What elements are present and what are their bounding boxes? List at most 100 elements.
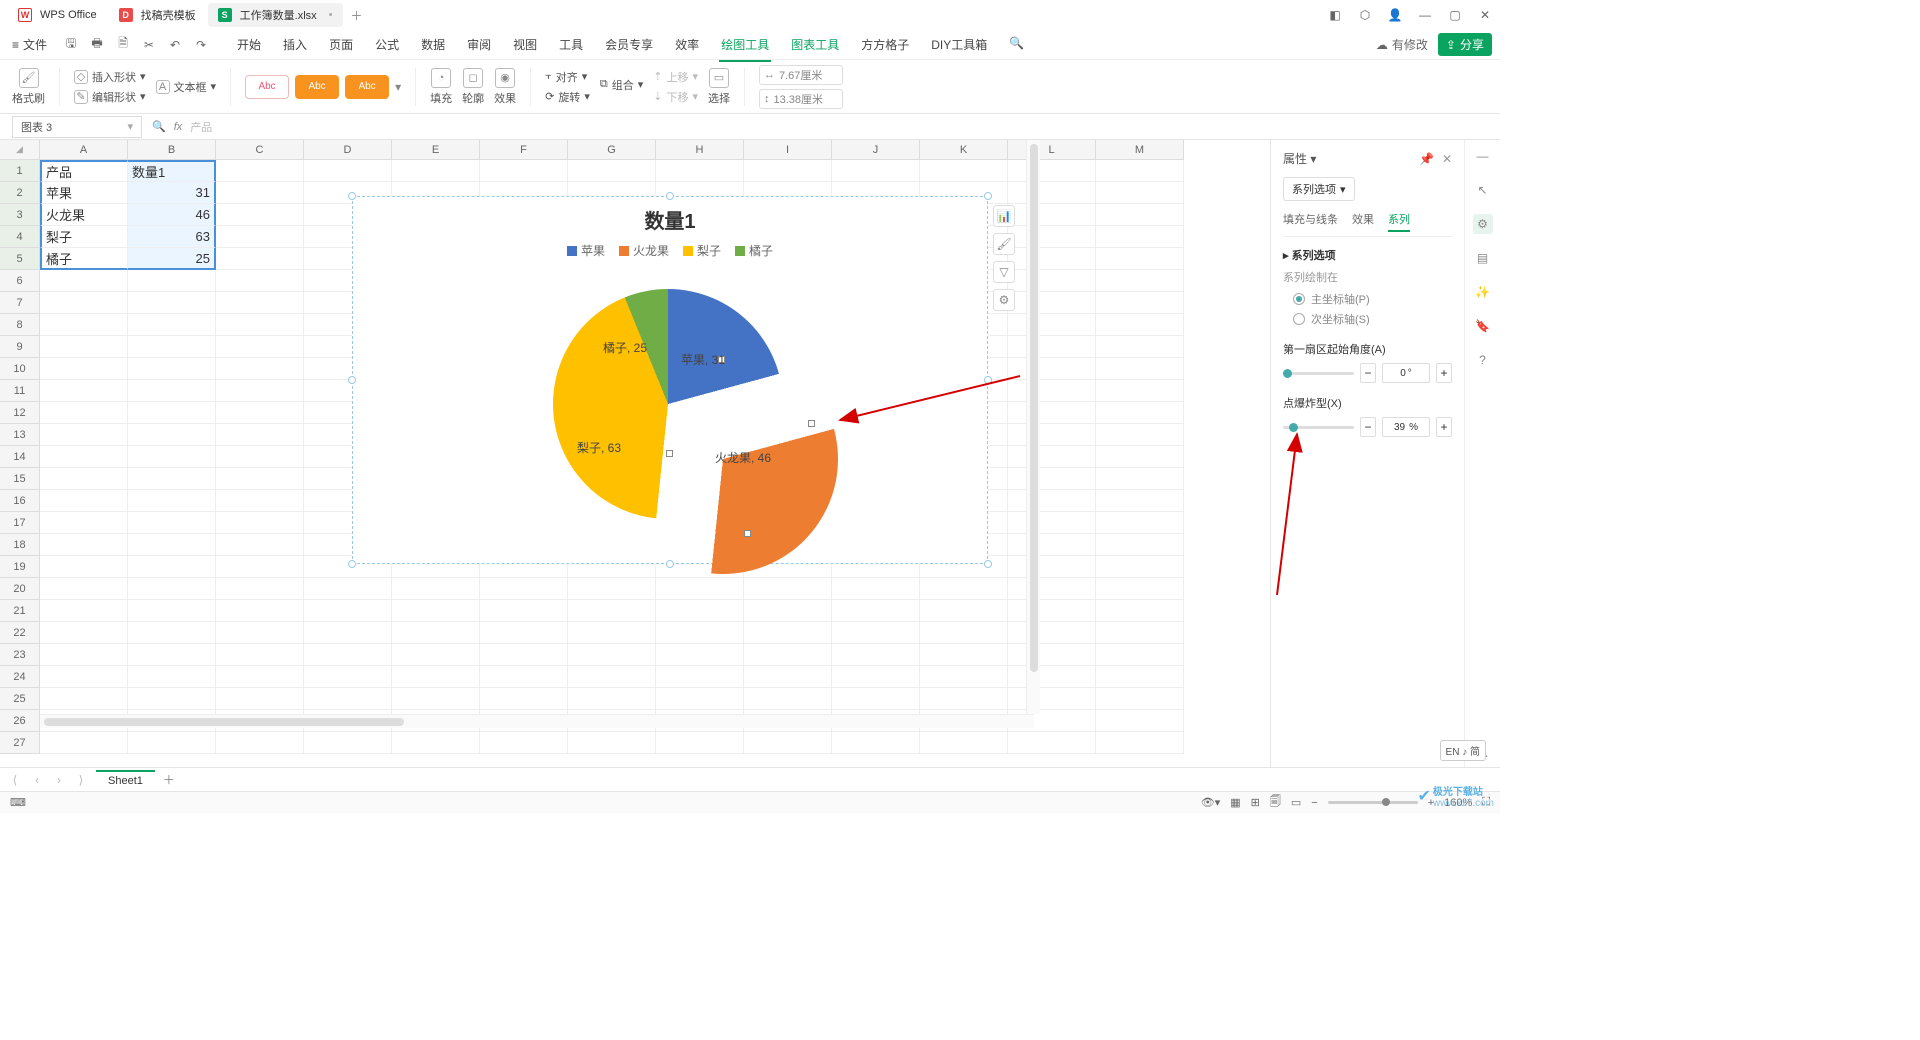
row-header[interactable]: 10 [0, 358, 40, 380]
cell[interactable] [216, 424, 304, 446]
cell[interactable] [40, 292, 128, 314]
cell[interactable] [216, 600, 304, 622]
ime-badge[interactable]: EN ♪ 简 [1440, 740, 1486, 761]
cell[interactable] [832, 644, 920, 666]
row-header[interactable]: 12 [0, 402, 40, 424]
select-button[interactable]: ▭选择 [708, 68, 730, 106]
cell[interactable] [128, 336, 216, 358]
explode-plus[interactable]: + [1436, 417, 1452, 437]
cell[interactable] [1096, 270, 1184, 292]
col-header[interactable]: D [304, 140, 392, 160]
col-header[interactable]: I [744, 140, 832, 160]
cell[interactable] [656, 688, 744, 710]
cell[interactable] [920, 160, 1008, 182]
scroll-thumb[interactable] [1030, 144, 1038, 672]
cell[interactable] [128, 402, 216, 424]
cell[interactable] [1008, 556, 1096, 578]
height-input[interactable]: ↕13.38厘米 [759, 89, 843, 109]
cell[interactable] [392, 688, 480, 710]
row-header[interactable]: 27 [0, 732, 40, 754]
pie-plot[interactable]: 苹果, 31 火龙果, 46 梨子, 63 橘子, 25 [353, 259, 987, 539]
cell[interactable] [568, 160, 656, 182]
cell[interactable] [1096, 468, 1184, 490]
sheet-nav-next[interactable]: › [52, 773, 66, 787]
cell[interactable] [304, 666, 392, 688]
cell[interactable] [1008, 226, 1096, 248]
cell[interactable] [392, 600, 480, 622]
col-header[interactable]: C [216, 140, 304, 160]
cell[interactable] [920, 666, 1008, 688]
tab-diy[interactable]: DIY工具箱 [929, 32, 989, 57]
row-header[interactable]: 14 [0, 446, 40, 468]
cell[interactable] [1008, 424, 1096, 446]
prop-tab-series[interactable]: 系列 [1388, 211, 1410, 232]
cell[interactable] [216, 688, 304, 710]
cell[interactable] [568, 600, 656, 622]
cell[interactable] [1008, 578, 1096, 600]
cell[interactable] [216, 204, 304, 226]
cell[interactable]: 苹果 [40, 182, 128, 204]
cell[interactable] [40, 358, 128, 380]
share-button[interactable]: ⇪ 分享 [1438, 33, 1492, 56]
col-header[interactable]: B [128, 140, 216, 160]
cell[interactable] [40, 468, 128, 490]
cell[interactable] [1008, 446, 1096, 468]
cell[interactable] [920, 578, 1008, 600]
cell[interactable] [744, 578, 832, 600]
cell[interactable] [568, 644, 656, 666]
cell[interactable] [216, 468, 304, 490]
col-header[interactable]: H [656, 140, 744, 160]
explode-value[interactable]: 39% [1382, 417, 1430, 437]
insert-shape-button[interactable]: ◇插入形状▾ [74, 69, 146, 85]
cell[interactable] [128, 644, 216, 666]
style-pill-3[interactable]: Abc [345, 75, 389, 99]
angle-slider[interactable] [1283, 372, 1354, 375]
cell[interactable] [656, 600, 744, 622]
chart-filter-icon[interactable]: ▽ [993, 261, 1015, 283]
cell[interactable] [1008, 732, 1096, 754]
window-copy-icon[interactable]: ◧ [1328, 8, 1342, 22]
sheet-tab-1[interactable]: Sheet1 [96, 770, 155, 790]
cell[interactable] [1096, 424, 1184, 446]
cell[interactable] [1008, 600, 1096, 622]
cell[interactable] [656, 622, 744, 644]
cell[interactable] [304, 622, 392, 644]
tab-data[interactable]: 数据 [419, 32, 447, 57]
row-header[interactable]: 13 [0, 424, 40, 446]
cell[interactable]: 46 [128, 204, 216, 226]
resize-handle[interactable] [666, 192, 674, 200]
cell[interactable] [304, 578, 392, 600]
resize-handle[interactable] [984, 192, 992, 200]
row-header[interactable]: 4 [0, 226, 40, 248]
col-header[interactable]: L [1008, 140, 1096, 160]
cell[interactable] [920, 732, 1008, 754]
rail-style-icon[interactable]: ✨ [1473, 282, 1493, 302]
cell[interactable] [128, 424, 216, 446]
preview-icon[interactable]: 🗎 [115, 37, 131, 53]
row-header[interactable]: 15 [0, 468, 40, 490]
col-header[interactable]: K [920, 140, 1008, 160]
cell[interactable] [40, 336, 128, 358]
cell[interactable] [1096, 578, 1184, 600]
cell[interactable] [1096, 204, 1184, 226]
cell[interactable] [216, 622, 304, 644]
close-icon[interactable]: ✕ [1478, 8, 1492, 22]
cell[interactable] [392, 578, 480, 600]
cell[interactable] [40, 512, 128, 534]
cell[interactable] [1008, 182, 1096, 204]
cell[interactable] [1096, 534, 1184, 556]
slice-handle[interactable] [666, 450, 673, 457]
cell[interactable] [656, 578, 744, 600]
col-header[interactable]: M [1096, 140, 1184, 160]
cell[interactable] [128, 446, 216, 468]
cell[interactable] [40, 688, 128, 710]
cell[interactable] [40, 534, 128, 556]
col-header[interactable]: J [832, 140, 920, 160]
app-tab-template[interactable]: D 找稿壳模板 [109, 3, 206, 27]
cell[interactable] [128, 468, 216, 490]
cell[interactable] [216, 402, 304, 424]
text-box-button[interactable]: A文本框▾ [156, 79, 217, 95]
cell[interactable] [216, 292, 304, 314]
tab-view[interactable]: 视图 [511, 32, 539, 57]
cell[interactable] [1096, 226, 1184, 248]
